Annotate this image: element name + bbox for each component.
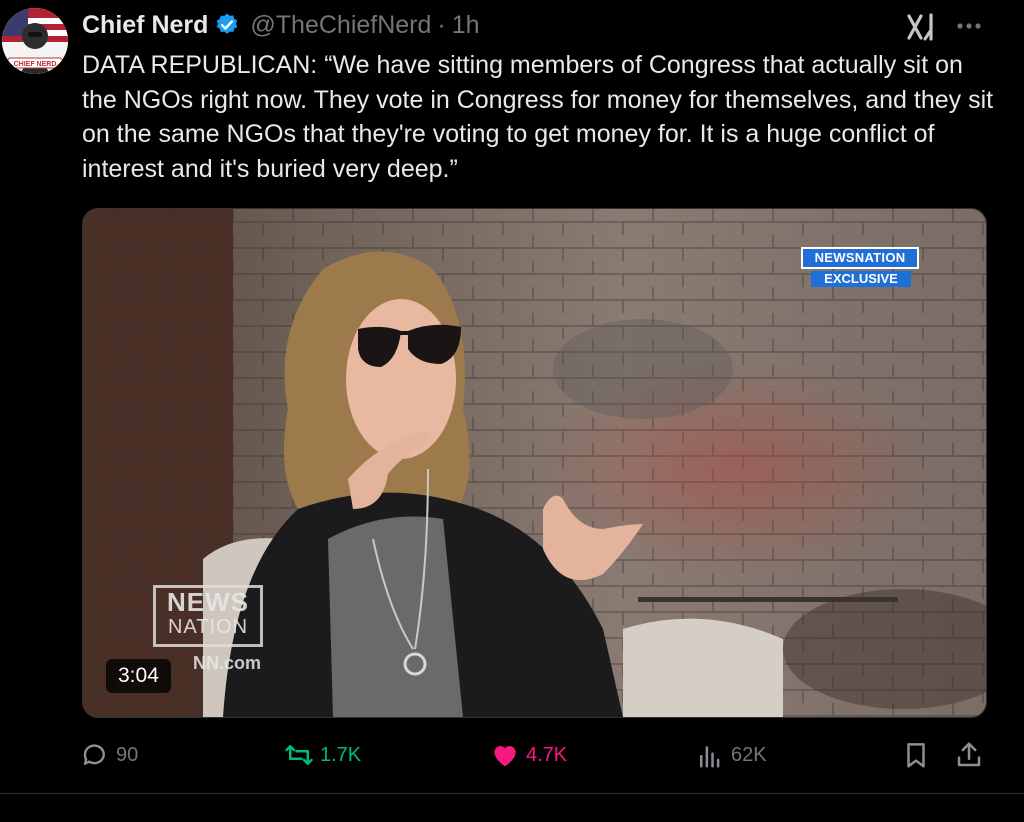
badge-top-text: NEWSNATION xyxy=(801,247,919,269)
share-icon xyxy=(957,742,981,767)
like-count: 4.7K xyxy=(526,743,568,766)
repost-button[interactable]: 1.7K xyxy=(284,735,361,775)
repost-count: 1.7K xyxy=(320,743,362,766)
timestamp[interactable]: 1h xyxy=(452,11,480,40)
views-icon xyxy=(700,746,720,768)
views-button[interactable]: 62K xyxy=(695,735,767,775)
logo-line-2: NATION xyxy=(167,616,249,638)
newsnation-logo: NEWS NATION xyxy=(153,585,263,647)
logo-watermark: NN.com xyxy=(193,653,262,673)
display-name[interactable]: Chief Nerd xyxy=(82,11,208,40)
repost-icon xyxy=(285,745,313,765)
separator-dot: · xyxy=(437,10,446,39)
like-icon xyxy=(494,746,516,767)
badge-bottom-text: EXCLUSIVE xyxy=(811,271,911,287)
avatar-text: CHIEF NERD xyxy=(14,61,57,68)
reply-count: 90 xyxy=(116,743,139,766)
handle[interactable]: @TheChiefNerd xyxy=(250,11,431,40)
avatar[interactable]: CHIEF NERD xyxy=(2,8,68,74)
like-button[interactable]: 4.7K xyxy=(490,735,567,775)
avatar-image: CHIEF NERD xyxy=(2,8,68,74)
tweet-header: Chief Nerd @TheChiefNerd · 1h xyxy=(82,8,480,42)
reply-icon xyxy=(83,744,105,765)
more-icon[interactable] xyxy=(952,10,986,40)
tweet-text: DATA REPUBLICAN: “We have sitting member… xyxy=(82,51,994,183)
action-bar: 90 1.7K 4.7K 62K xyxy=(80,735,990,775)
views-count: 62K xyxy=(731,743,767,766)
bookmark-icon xyxy=(907,743,925,768)
video-duration: 3:04 xyxy=(106,659,171,693)
tweet-divider xyxy=(0,793,1024,794)
video-player[interactable]: NEWSNATION EXCLUSIVE NEWS NATION NN.com … xyxy=(82,208,987,718)
newsnation-exclusive-badge: NEWSNATION EXCLUSIVE xyxy=(801,247,919,287)
share-button[interactable] xyxy=(954,735,990,775)
logo-line-1: NEWS xyxy=(167,587,249,617)
reply-button[interactable]: 90 xyxy=(80,735,138,775)
verified-badge-icon[interactable] xyxy=(214,12,240,38)
grok-icon[interactable] xyxy=(905,12,939,42)
bookmark-button[interactable] xyxy=(901,735,937,775)
